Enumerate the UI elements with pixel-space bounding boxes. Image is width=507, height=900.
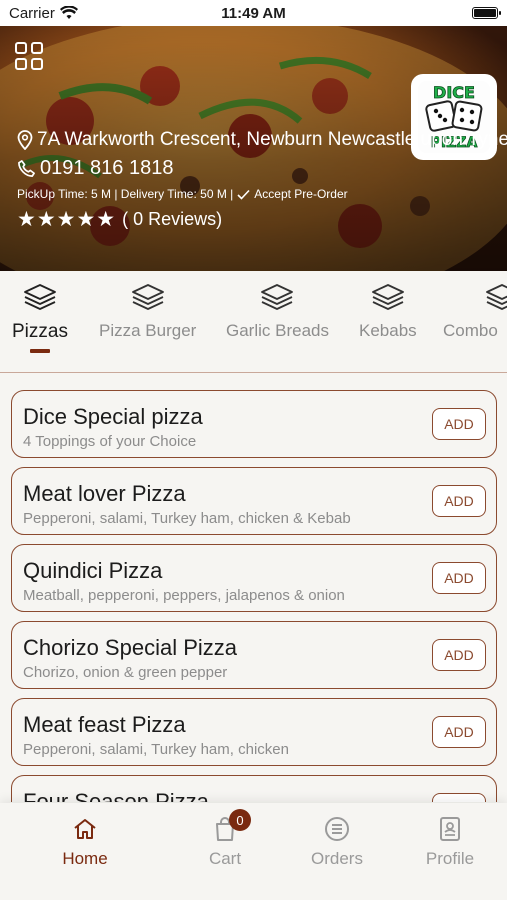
nav-orders[interactable]: Orders: [292, 815, 382, 869]
restaurant-info: 7A Warkworth Crescent, Newburn Newcastle…: [17, 129, 507, 232]
address-row[interactable]: 7A Warkworth Crescent, Newburn Newcastle…: [17, 129, 507, 151]
add-button[interactable]: ADD: [432, 408, 486, 440]
layers-icon: [371, 284, 404, 310]
active-tab-indicator: [29, 349, 50, 353]
layers-icon: [261, 284, 294, 310]
product-name: Four Season Pizza: [23, 789, 209, 802]
tab-pizzas-label: Pizzas: [12, 321, 68, 342]
product-card[interactable]: Dice Special pizza 4 Toppings of your Ch…: [11, 390, 497, 458]
product-name: Quindici Pizza: [23, 558, 163, 583]
add-button[interactable]: ADD: [432, 793, 486, 802]
product-name: Meat feast Pizza: [23, 712, 186, 737]
nav-cart-label: Cart: [208, 849, 242, 868]
status-left: Carrier: [9, 5, 78, 22]
product-card[interactable]: Quindici Pizza Meatball, pepperoni, pepp…: [11, 544, 497, 612]
service-times: PickUp Time: 5 M | Delivery Time: 50 M |: [17, 187, 234, 201]
rating-row[interactable]: ★★★★★ ( 0 Reviews): [17, 207, 507, 232]
tab-kebabs[interactable]: Kebabs: [359, 283, 417, 341]
add-button[interactable]: ADD: [432, 485, 486, 517]
product-list[interactable]: Dice Special pizza 4 Toppings of your Ch…: [0, 374, 507, 802]
bottom-navigation: Home 0 Cart Orders Profile: [0, 803, 507, 900]
nav-cart[interactable]: 0 Cart: [180, 809, 270, 869]
add-button[interactable]: ADD: [432, 639, 486, 671]
category-tabs: Pizzas Pizza Burger Garlic Breads Kebabs…: [0, 271, 507, 373]
wifi-icon: [59, 6, 78, 19]
product-description: Pepperoni, salami, Turkey ham, chicken: [23, 741, 289, 758]
status-bar: Carrier 11:49 AM: [0, 0, 507, 26]
nav-home-label: Home: [62, 849, 108, 868]
tab-kebabs-label: Kebabs: [359, 321, 417, 340]
product-name: Dice Special pizza: [23, 404, 203, 429]
profile-card-icon: [436, 815, 464, 843]
home-icon: [71, 815, 99, 843]
battery-icon: [472, 7, 501, 19]
logo-text-top: DICE: [433, 83, 475, 102]
tab-pizza-burger[interactable]: Pizza Burger: [99, 283, 196, 341]
check-icon: [237, 189, 250, 200]
tab-combo-label: Combo: [443, 321, 498, 340]
orders-list-icon: [323, 815, 351, 843]
nav-home[interactable]: Home: [40, 815, 130, 869]
cart-count-badge: 0: [229, 809, 251, 831]
nav-orders-label: Orders: [311, 849, 363, 868]
layers-icon: [131, 284, 164, 310]
restaurant-address: 7A Warkworth Crescent, Newburn Newcastle…: [37, 129, 507, 150]
reviews-count: ( 0 Reviews): [122, 209, 223, 229]
product-description: Meatball, pepperoni, peppers, jalapenos …: [23, 587, 345, 604]
service-times-row: PickUp Time: 5 M | Delivery Time: 50 M |…: [17, 187, 507, 201]
nav-profile-label: Profile: [425, 849, 475, 868]
rating-stars: ★★★★★: [17, 208, 117, 231]
shopping-bag-icon: 0: [211, 809, 251, 843]
product-description: Pepperoni, salami, Turkey ham, chicken &…: [23, 510, 351, 527]
phone-icon: [18, 160, 35, 177]
product-description: Chorizo, onion & green pepper: [23, 664, 228, 681]
tab-combo[interactable]: Combo: [443, 283, 507, 341]
preorder-label: Accept Pre-Order: [254, 187, 348, 201]
phone-row[interactable]: 0191 816 1818: [17, 157, 507, 180]
add-button[interactable]: ADD: [432, 562, 486, 594]
restaurant-phone: 0191 816 1818: [40, 157, 174, 179]
product-card[interactable]: Meat feast Pizza Pepperoni, salami, Turk…: [11, 698, 497, 766]
menu-grid-icon[interactable]: [15, 42, 43, 70]
product-card[interactable]: Meat lover Pizza Pepperoni, salami, Turk…: [11, 467, 497, 535]
nav-profile[interactable]: Profile: [405, 815, 495, 869]
restaurant-hero: DICE PIZZA 7A Warkworth Crescent, Newbur…: [0, 26, 507, 271]
tab-pizzas[interactable]: Pizzas: [12, 283, 68, 353]
product-description: 4 Toppings of your Choice: [23, 433, 197, 450]
layers-icon: [24, 284, 56, 310]
tab-garlic-breads[interactable]: Garlic Breads: [226, 283, 329, 341]
carrier-label: Carrier: [9, 4, 55, 22]
product-card[interactable]: Chorizo Special Pizza Chorizo, onion & g…: [11, 621, 497, 689]
product-name: Chorizo Special Pizza: [23, 635, 237, 660]
tab-pizza-burger-label: Pizza Burger: [99, 321, 197, 340]
product-name: Meat lover Pizza: [23, 481, 186, 506]
layers-icon: [486, 284, 507, 310]
product-card[interactable]: Four Season Pizza ADD: [11, 775, 497, 802]
location-pin-icon: [17, 130, 33, 150]
tab-garlic-breads-label: Garlic Breads: [226, 321, 329, 340]
add-button[interactable]: ADD: [432, 716, 486, 748]
